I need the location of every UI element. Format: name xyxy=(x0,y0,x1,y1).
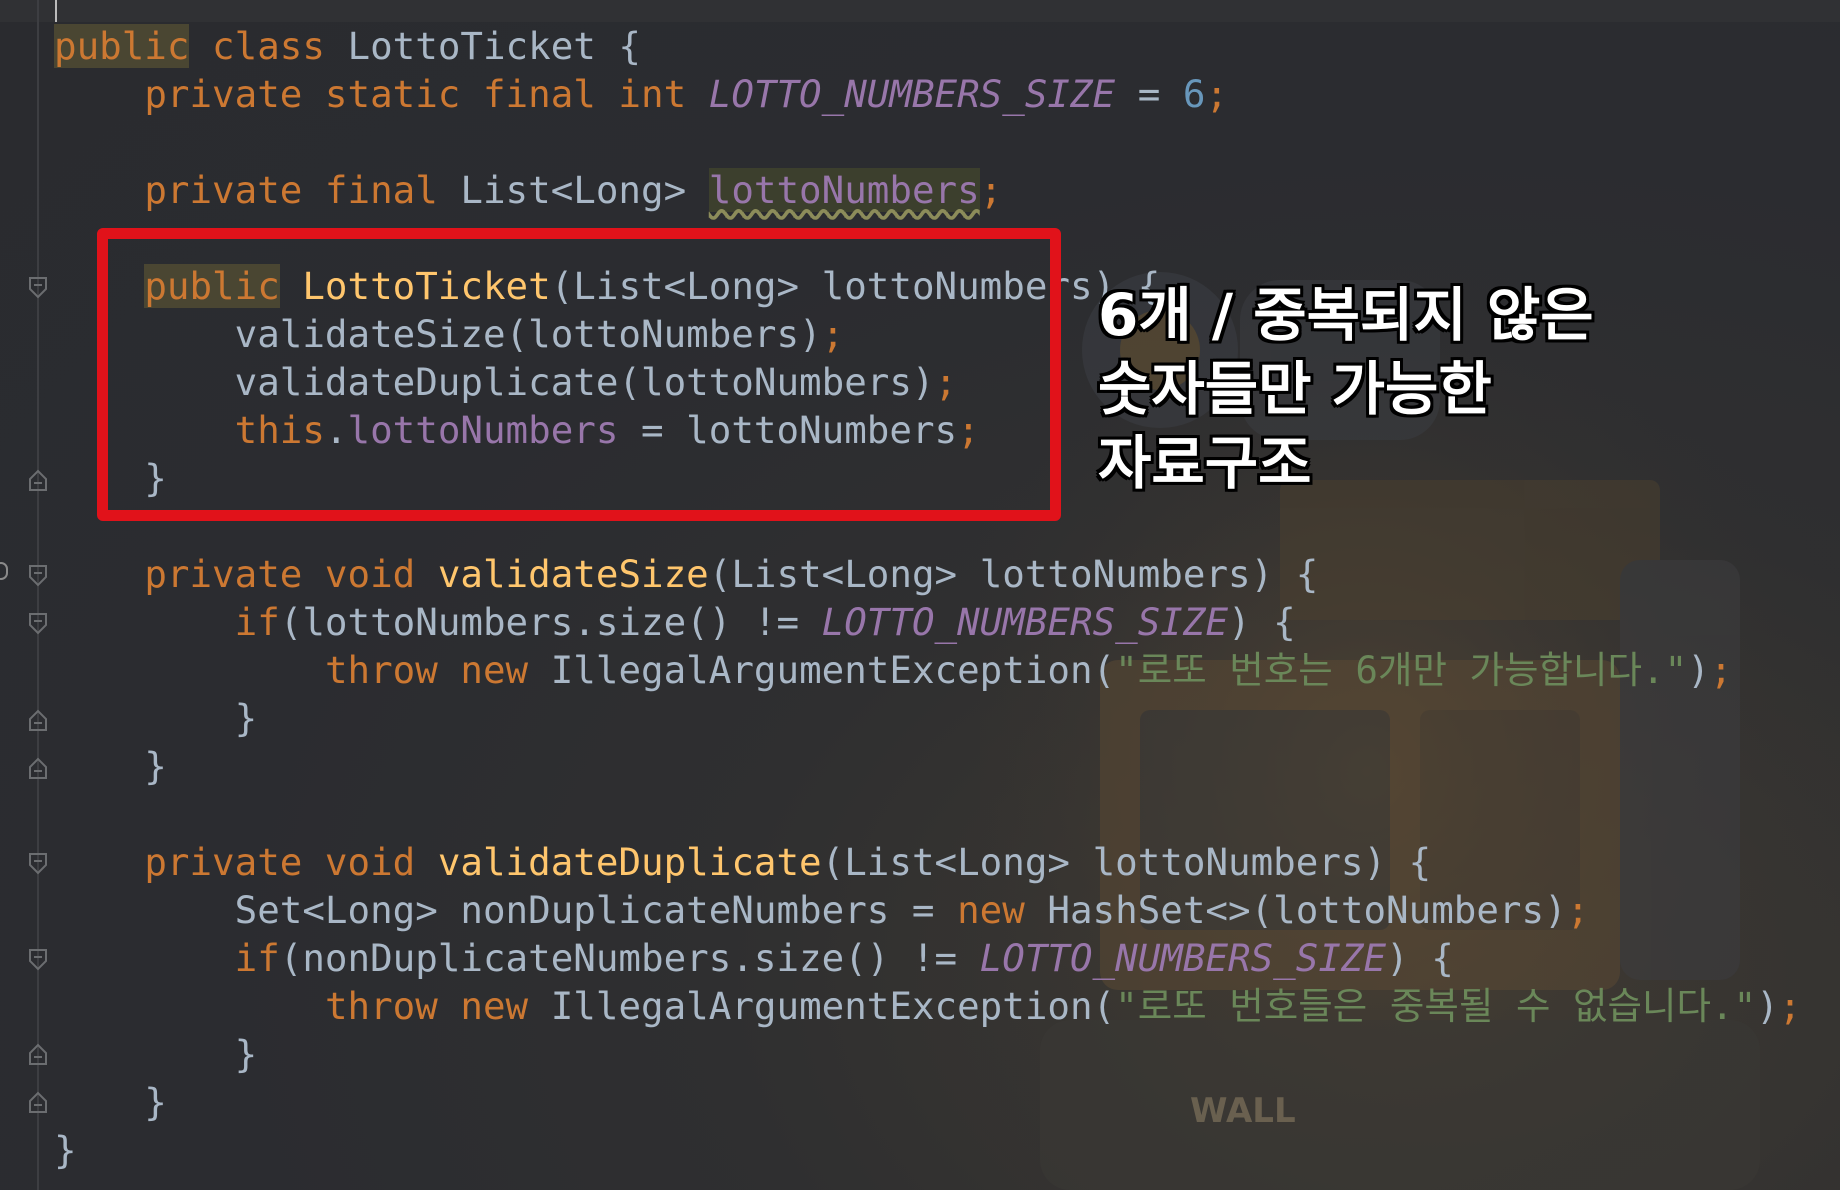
code-token: ; xyxy=(979,168,1003,212)
code-line[interactable]: public class LottoTicket { xyxy=(54,22,1801,70)
code-line[interactable]: private static final int LOTTO_NUMBERS_S… xyxy=(54,70,1801,118)
code-token: (nonDuplicateNumbers.size() != xyxy=(279,936,980,980)
code-line[interactable]: } xyxy=(54,1030,1801,1078)
code-token: validateSize xyxy=(437,552,709,596)
code-token: (lottoNumbers.size() != xyxy=(279,600,822,644)
fold-open-icon[interactable] xyxy=(29,853,47,875)
code-token: private void xyxy=(144,552,416,596)
code-editor[interactable]: public class LottoTicket { private stati… xyxy=(54,22,1801,1174)
annotation-callout: 6개 / 중복되지 않은 숫자들만 가능한 자료구조 xyxy=(1098,278,1658,500)
code-token: } xyxy=(54,1080,167,1124)
code-token: LOTTO_NUMBERS_SIZE xyxy=(979,936,1387,980)
code-token: if xyxy=(234,936,280,980)
code-token: (List<Long> lottoNumbers) { xyxy=(708,552,1319,596)
code-token: ; xyxy=(1709,648,1733,692)
code-line[interactable]: throw new IllegalArgumentException("로또 번… xyxy=(54,982,1801,1030)
code-token: LottoTicket { xyxy=(324,24,642,68)
code-token: private void xyxy=(144,840,416,884)
code-line[interactable]: } xyxy=(54,742,1801,790)
code-token: 6 xyxy=(1182,72,1206,116)
code-token: } xyxy=(54,696,258,740)
code-token: ) { xyxy=(1228,600,1296,644)
code-token: "로또 번호는 6개만 가능합니다." xyxy=(1115,648,1688,692)
code-line[interactable]: private final List<Long> lottoNumbers; xyxy=(54,166,1801,214)
code-line[interactable]: private void validateSize(List<Long> lot… xyxy=(54,550,1801,598)
code-token: Set<Long> nonDuplicateNumbers = xyxy=(54,888,958,932)
code-token: IllegalArgumentException( xyxy=(528,648,1116,692)
code-token: validateDuplicate xyxy=(437,840,822,884)
code-line[interactable]: } xyxy=(54,694,1801,742)
code-token: = xyxy=(1115,72,1183,116)
code-token: class xyxy=(212,24,325,68)
code-token: if xyxy=(234,600,280,644)
text-cursor xyxy=(55,0,57,22)
annotation-line: 6개 / 중복되지 않은 xyxy=(1098,281,1594,349)
code-line[interactable]: if(lottoNumbers.size() != LOTTO_NUMBERS_… xyxy=(54,598,1801,646)
fold-close-icon[interactable] xyxy=(29,1091,47,1113)
code-token: ) xyxy=(1756,984,1779,1028)
fold-close-icon[interactable] xyxy=(29,469,47,491)
breakpoint-marker-icon[interactable] xyxy=(0,562,8,580)
fold-close-icon[interactable] xyxy=(29,757,47,779)
editor-gutter xyxy=(37,0,39,1190)
code-line[interactable]: } xyxy=(54,1078,1801,1126)
code-token: ; xyxy=(1778,984,1802,1028)
code-line[interactable]: } xyxy=(54,1126,1801,1174)
fold-open-icon[interactable] xyxy=(29,565,47,587)
code-token: ; xyxy=(1205,72,1229,116)
code-token: (List<Long> lottoNumbers) { xyxy=(821,840,1432,884)
fold-close-icon[interactable] xyxy=(29,1043,47,1065)
code-token: ; xyxy=(1566,888,1590,932)
code-token: ) xyxy=(1687,648,1710,692)
code-token: ) { xyxy=(1386,936,1454,980)
code-token: List<Long> xyxy=(437,168,709,212)
code-line[interactable] xyxy=(54,118,1801,166)
code-token: IllegalArgumentException( xyxy=(528,984,1116,1028)
code-token: LOTTO_NUMBERS_SIZE xyxy=(708,72,1116,116)
code-token: HashSet<>(lottoNumbers) xyxy=(1024,888,1567,932)
code-token: } xyxy=(54,1032,258,1076)
editor-top-bar xyxy=(0,0,1840,22)
code-token: LOTTO_NUMBERS_SIZE xyxy=(821,600,1229,644)
code-token: } xyxy=(54,744,167,788)
code-token: throw new xyxy=(324,648,529,692)
annotation-line: 자료구조 xyxy=(1098,429,1312,497)
fold-open-icon[interactable] xyxy=(29,949,47,971)
code-line[interactable]: private void validateDuplicate(List<Long… xyxy=(54,838,1801,886)
fold-close-icon[interactable] xyxy=(29,709,47,731)
fold-open-icon[interactable] xyxy=(29,277,47,299)
fold-open-icon[interactable] xyxy=(29,613,47,635)
code-line[interactable]: throw new IllegalArgumentException("로또 번… xyxy=(54,646,1801,694)
code-token: private final xyxy=(144,168,438,212)
code-token: private static final int xyxy=(144,72,687,116)
code-token: new xyxy=(957,888,1025,932)
code-line[interactable]: Set<Long> nonDuplicateNumbers = new Hash… xyxy=(54,886,1801,934)
code-token: "로또 번호들은 중복될 수 없습니다." xyxy=(1115,984,1757,1028)
code-token: public xyxy=(54,24,190,68)
code-line[interactable] xyxy=(54,790,1801,838)
highlight-box-constructor xyxy=(97,228,1061,521)
code-token: lottoNumbers xyxy=(708,168,980,212)
code-line[interactable]: if(nonDuplicateNumbers.size() != LOTTO_N… xyxy=(54,934,1801,982)
code-token: } xyxy=(54,1128,77,1172)
code-token: throw new xyxy=(324,984,529,1028)
annotation-line: 숫자들만 가능한 xyxy=(1098,355,1492,423)
